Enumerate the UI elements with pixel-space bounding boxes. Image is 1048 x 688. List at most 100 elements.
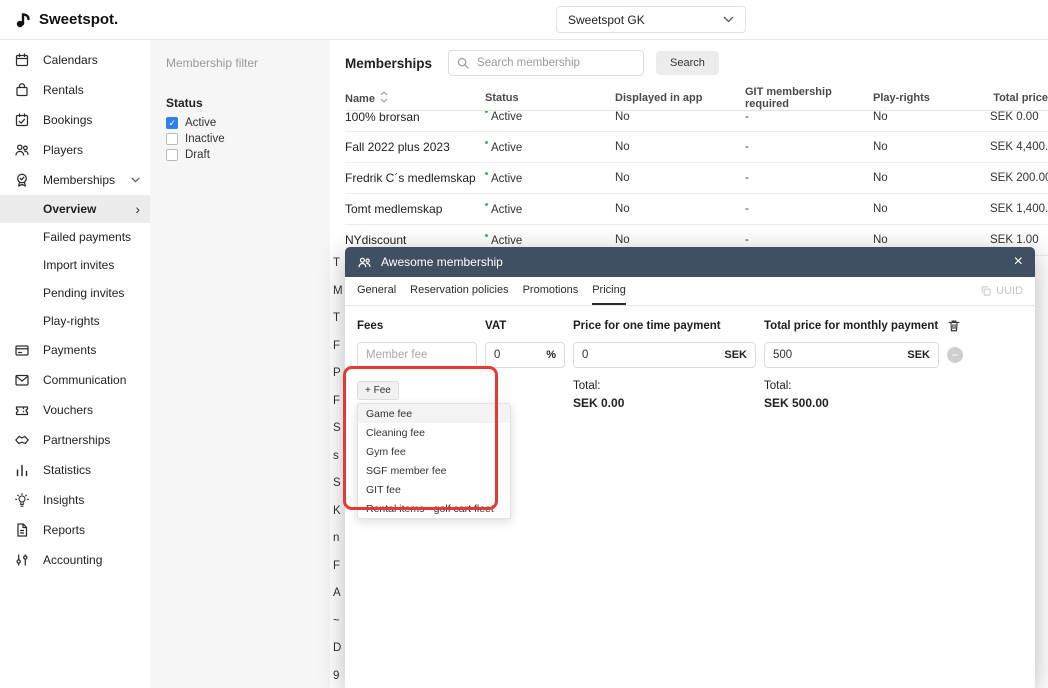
sidebar-item-partnerships[interactable]: Partnerships xyxy=(0,425,150,455)
monthly-price-group: SEK xyxy=(764,342,939,368)
mail-icon xyxy=(14,372,30,388)
close-icon[interactable]: × xyxy=(1014,254,1023,270)
modal-header: Awesome membership × xyxy=(345,247,1035,277)
monthly-price-input[interactable] xyxy=(765,349,899,361)
fee-option[interactable]: Game fee xyxy=(358,404,510,423)
sidebar-item-overview[interactable]: Overview › xyxy=(0,195,150,223)
cell-play-rights: No xyxy=(873,111,990,123)
fee-option[interactable]: Gym fee xyxy=(358,442,510,461)
table-row[interactable]: Fredrik C´s medlemskap Active No - No SE… xyxy=(345,163,1048,194)
sidebar-item-bookings[interactable]: Bookings xyxy=(0,105,150,135)
fee-name-input[interactable] xyxy=(357,342,477,368)
cell-git: - xyxy=(745,234,873,246)
fee-option[interactable]: Rental items - golf cart fleet xyxy=(358,499,510,518)
chevron-right-icon: › xyxy=(135,202,140,216)
bar-chart-icon xyxy=(14,462,30,478)
header-name[interactable]: Name xyxy=(345,91,485,105)
sidebar-item-play-rights[interactable]: Play-rights xyxy=(0,307,150,335)
vat-input[interactable] xyxy=(486,349,538,361)
search-button[interactable]: Search xyxy=(656,51,719,75)
chevron-down-icon xyxy=(723,16,734,23)
header-play-rights: Play-rights xyxy=(873,92,990,104)
fee-option[interactable]: SGF member fee xyxy=(358,461,510,480)
sidebar-item-label: Bookings xyxy=(43,113,92,127)
table-row[interactable]: Fall 2022 plus 2023 Active No - No SEK 4… xyxy=(345,132,1048,163)
fee-option[interactable]: Cleaning fee xyxy=(358,423,510,442)
sidebar-item-rentals[interactable]: Rentals xyxy=(0,75,150,105)
total-label: Total: xyxy=(573,380,756,392)
sidebar-item-memberships[interactable]: Memberships xyxy=(0,165,150,195)
add-fee-button[interactable]: + Fee xyxy=(357,381,399,400)
tab-pricing[interactable]: Pricing xyxy=(592,277,626,305)
cell-status: Active xyxy=(485,111,615,123)
sidebar-item-import-invites[interactable]: Import invites xyxy=(0,251,150,279)
ticket-icon xyxy=(14,402,30,418)
tab-general[interactable]: General xyxy=(357,277,396,305)
sidebar-item-pending-invites[interactable]: Pending invites xyxy=(0,279,150,307)
checkbox-draft[interactable]: Draft xyxy=(166,149,314,161)
cell-displayed: No xyxy=(615,141,745,153)
main-header: Memberships Search xyxy=(330,40,1048,86)
table-row[interactable]: 100% brorsan Active No - No SEK 0.00 xyxy=(345,111,1048,132)
sidebar-item-accounting[interactable]: Accounting xyxy=(0,545,150,575)
cell-name: 100% brorsan xyxy=(345,111,485,124)
payments-icon xyxy=(14,342,30,358)
cell-name: Tomt medlemskap xyxy=(345,202,485,216)
sidebar-subitem-label: Play-rights xyxy=(43,314,100,328)
sidebar-item-vouchers[interactable]: Vouchers xyxy=(0,395,150,425)
modal-title: Awesome membership xyxy=(381,255,503,269)
cell-play-rights: No xyxy=(873,203,990,215)
clipped-row-letters: T M T F P F S s S K n F A ~ D 9 F xyxy=(333,250,345,688)
cell-git: - xyxy=(745,203,873,215)
one-time-total-amount: SEK 0.00 xyxy=(573,396,756,410)
sidebar-subitem-label: Pending invites xyxy=(43,286,124,300)
checkbox-label: Inactive xyxy=(185,133,225,145)
tab-reservation-policies[interactable]: Reservation policies xyxy=(410,277,508,305)
sidebar-item-label: Partnerships xyxy=(43,433,110,447)
checkbox-active[interactable]: Active xyxy=(166,117,314,129)
header-total-price: Total price xyxy=(990,92,1048,104)
cell-total-price: SEK 200.00 xyxy=(990,172,1048,184)
tab-promotions[interactable]: Promotions xyxy=(523,277,579,305)
handshake-icon xyxy=(14,432,30,448)
top-bar: Sweetspot. Sweetspot GK xyxy=(0,0,1048,40)
trash-icon[interactable] xyxy=(947,318,1023,333)
calendar-icon xyxy=(14,52,30,68)
cell-play-rights: No xyxy=(873,141,990,153)
checkbox-label: Active xyxy=(185,117,216,129)
cell-status: Active xyxy=(485,203,615,216)
sidebar-item-payments[interactable]: Payments xyxy=(0,335,150,365)
sidebar-item-players[interactable]: Players xyxy=(0,135,150,165)
sidebar-item-reports[interactable]: Reports xyxy=(0,515,150,545)
one-time-price-input[interactable] xyxy=(574,349,716,361)
uuid-button[interactable]: UUID xyxy=(980,277,1023,305)
sidebar-item-label: Communication xyxy=(43,373,126,387)
sidebar-item-statistics[interactable]: Statistics xyxy=(0,455,150,485)
status-dot xyxy=(485,203,488,206)
fees-column-header: Fees xyxy=(357,320,477,332)
checkbox-unchecked-icon xyxy=(166,149,178,161)
sidebar-item-calendars[interactable]: Calendars xyxy=(0,45,150,75)
membership-modal: Awesome membership × General Reservation… xyxy=(345,247,1035,688)
cell-status: Active xyxy=(485,234,615,247)
checkbox-inactive[interactable]: Inactive xyxy=(166,133,314,145)
sidebar-item-insights[interactable]: Insights xyxy=(0,485,150,515)
cell-git: - xyxy=(745,141,873,153)
cell-status: Active xyxy=(485,172,615,185)
table-row[interactable]: Tomt medlemskap Active No - No SEK 1,400… xyxy=(345,194,1048,225)
club-selector[interactable]: Sweetspot GK xyxy=(556,6,746,33)
sidebar-item-communication[interactable]: Communication xyxy=(0,365,150,395)
fee-option[interactable]: GIT fee xyxy=(358,480,510,499)
vat-input-group: % xyxy=(485,342,565,368)
app-window: Sweetspot. Sweetspot GK Calendars Rental… xyxy=(0,0,1048,688)
table-header: Name Status Displayed in app GIT members… xyxy=(345,86,1048,111)
sort-icon[interactable] xyxy=(379,91,389,103)
status-dot xyxy=(485,234,488,237)
lightbulb-icon xyxy=(14,492,30,508)
search-input[interactable] xyxy=(448,50,644,76)
fee-input-row: % SEK SEK − xyxy=(357,342,1023,368)
sidebar-item-failed-payments[interactable]: Failed payments xyxy=(0,223,150,251)
checkbox-checked-icon xyxy=(166,117,178,129)
remove-fee-button[interactable]: − xyxy=(947,347,963,363)
one-time-price-group: SEK xyxy=(573,342,756,368)
